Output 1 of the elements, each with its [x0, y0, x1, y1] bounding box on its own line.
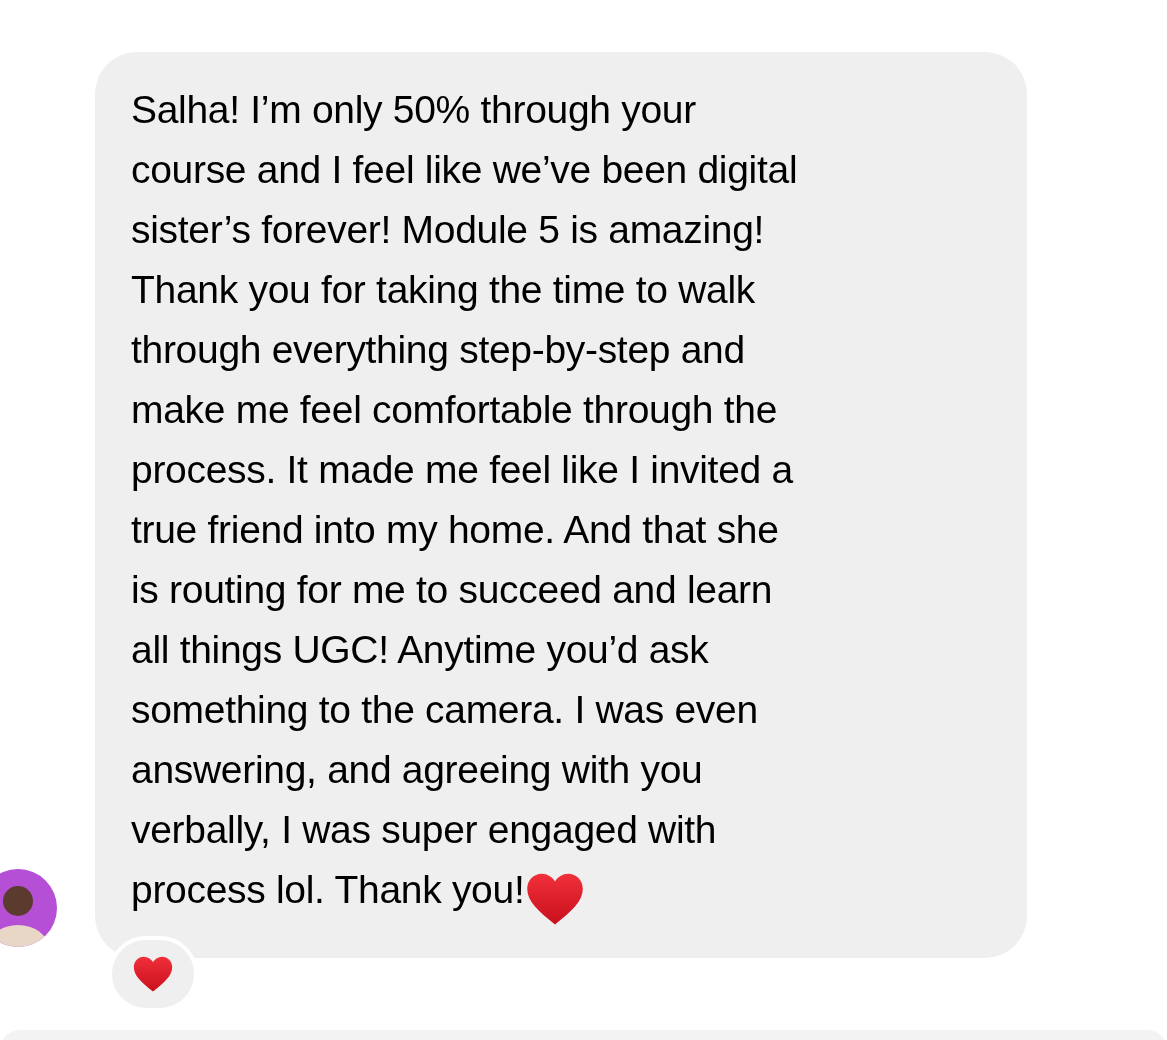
message-text: Salha! I’m only 50% through your course and I feel like we’ve been digital sister’s forever! Module 5 is amazing! Thank you for taking the time to walk through everything step-by-step and make me feel comfortable through the process. It made me feel like I invited a true friend into my home. And that she is routing for me to succeed and learn all things UGC! Anytime you’d ask something to the camera. I was even answering, and agreeing with you verbally, I was super engaged with process lol. Thank you! [131, 80, 1007, 928]
